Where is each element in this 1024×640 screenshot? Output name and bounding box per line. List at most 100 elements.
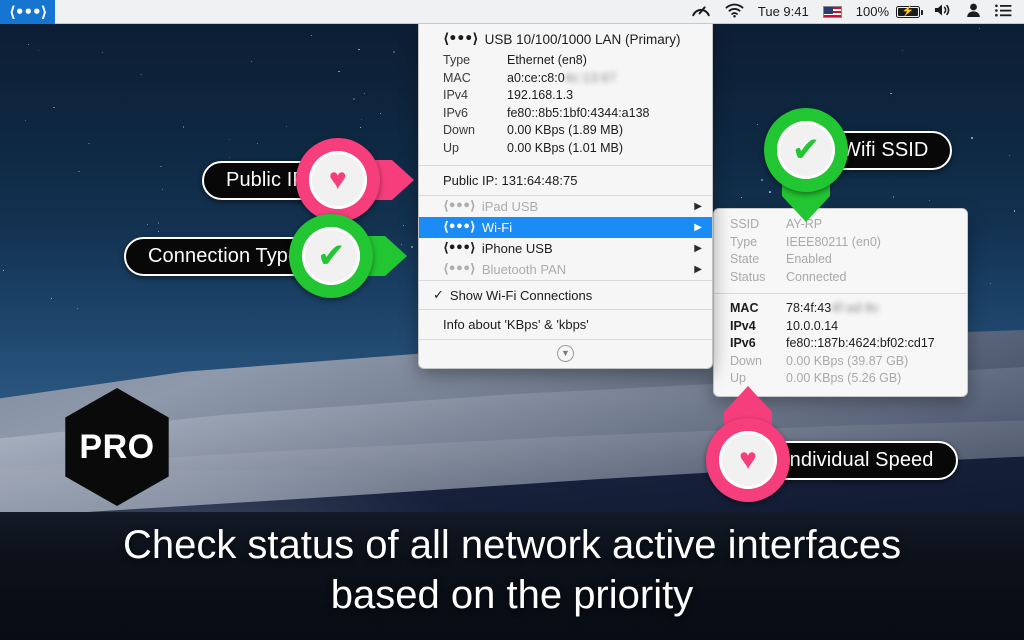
- interface-label: Bluetooth PAN: [481, 262, 567, 277]
- star: [338, 70, 340, 72]
- star: [364, 92, 365, 94]
- menubar-input-source[interactable]: [816, 0, 849, 24]
- checkmark-icon: ✔: [777, 121, 835, 179]
- detail-value: 10.0.0.14: [786, 318, 839, 333]
- menubar-speedometer[interactable]: [684, 0, 718, 24]
- dropdown-header: ⟨•••⟩ USB 10/100/1000 LAN (Primary): [419, 24, 712, 52]
- star: [756, 123, 758, 126]
- detail-row: SSID AY-RP: [714, 216, 967, 234]
- interface-item-ipad-usb[interactable]: ⟨•••⟩ iPad USB ▶: [419, 196, 712, 217]
- menubar-user[interactable]: [959, 0, 988, 24]
- user-icon: [966, 3, 981, 20]
- show-wifi-connections-label: Show Wi-Fi Connections: [449, 287, 593, 303]
- callout-badge-wifi-ssid: ✔: [764, 108, 848, 222]
- detail-value: Connected: [786, 269, 847, 284]
- detail-row: IPv4 192.168.1.3: [419, 87, 712, 105]
- detail-value: a0:ce:c8:04c:13:67: [507, 70, 617, 85]
- interface-item-wi-fi[interactable]: ⟨•••⟩ Wi-Fi ▶: [419, 217, 712, 238]
- list-icon: [995, 4, 1012, 20]
- detail-row: Type Ethernet (en8): [419, 52, 712, 70]
- detail-row: State Enabled: [714, 251, 967, 269]
- info-kbps-item[interactable]: Info about 'KBps' & 'kbps': [419, 310, 712, 339]
- detail-row: Down 0.00 KBps (39.87 GB): [714, 353, 967, 371]
- detail-value: 0.00 KBps (39.87 GB): [786, 353, 909, 368]
- detail-row: IPv6 fe80::187b:4624:bf02:cd17: [714, 335, 967, 353]
- star: [251, 61, 252, 62]
- wifi-submenu-panel: SSID AY-RP Type IEEE80211 (en0) State Enabled…: [713, 208, 968, 397]
- menubar-clock[interactable]: Tue 9:41: [751, 0, 816, 24]
- detail-key: MAC: [443, 70, 471, 85]
- show-wifi-connections-item[interactable]: ✓ Show Wi-Fi Connections: [419, 281, 712, 309]
- badge-circle: ♥: [295, 138, 380, 222]
- network-arrows-icon: ⟨•••⟩: [443, 220, 476, 235]
- caption: Check status of all network active inter…: [0, 520, 1024, 621]
- detail-row: MAC a0:ce:c8:04c:13:67: [419, 70, 712, 88]
- primary-interface-details: Type Ethernet (en8) MAC a0:ce:c8:04c:13:67 I…: [419, 52, 712, 165]
- detail-key: Up: [443, 140, 459, 155]
- detail-row: Up 0.00 KBps (1.01 MB): [419, 140, 712, 158]
- expand-more-button[interactable]: ▼: [419, 340, 712, 368]
- menubar-control-center[interactable]: [988, 0, 1024, 24]
- star: [3, 270, 4, 271]
- interface-item-iphone-usb[interactable]: ⟨•••⟩ iPhone USB ▶: [419, 238, 712, 259]
- pro-badge: PRO: [62, 388, 172, 506]
- star: [311, 34, 313, 36]
- callout-wifi-ssid: ✔ Wifi SSID: [764, 108, 953, 222]
- submenu-arrow-icon: ▶: [694, 221, 702, 233]
- callout-badge-connection-type: ✔: [289, 214, 408, 298]
- heart-icon: ♥: [308, 151, 367, 209]
- network-arrows-icon: ⟨•••⟩: [443, 199, 476, 214]
- menubar-battery-percent[interactable]: 100%: [849, 0, 893, 24]
- battery-percent-label: 100%: [855, 4, 889, 19]
- clock-label: Tue 9:41: [757, 4, 809, 19]
- menubar-wifi[interactable]: [718, 0, 751, 24]
- detail-row: IPv6 fe80::8b5:1bf0:4344:a138: [419, 105, 712, 123]
- submenu-arrow-icon: ▶: [694, 263, 702, 275]
- submenu-arrow-icon: ▶: [694, 200, 702, 212]
- us-flag-icon: [822, 5, 842, 18]
- star: [761, 178, 763, 181]
- detail-value: 78:4f:434f:ad:8c: [786, 301, 880, 315]
- speedometer-icon: [691, 2, 711, 21]
- caption-line-2: based on the priority: [330, 573, 694, 618]
- star: [78, 170, 80, 173]
- star: [970, 136, 973, 139]
- detail-key: IPv6: [443, 105, 469, 120]
- star: [741, 196, 743, 198]
- detail-value: Ethernet (en8): [507, 53, 587, 67]
- detail-value: 0.00 KBps (1.89 MB): [507, 123, 624, 137]
- badge-circle: ✔: [289, 214, 374, 298]
- detail-key: IPv4: [730, 318, 756, 333]
- detail-value: fe80::8b5:1bf0:4344:a138: [507, 105, 650, 120]
- public-ip-row[interactable]: Public IP: 131:64:48:75: [419, 166, 712, 195]
- callout-badge-individual-speed: ♥: [706, 386, 790, 502]
- callout-individual-speed: ♥ Individual Speed: [706, 386, 958, 502]
- interface-label: iPhone USB: [481, 241, 553, 256]
- detail-value: 192.168.1.3: [507, 88, 574, 102]
- callout-public-ip: Public IP ♥: [202, 138, 414, 222]
- wifi-summary-rows: SSID AY-RP Type IEEE80211 (en0) State Enabled…: [714, 209, 967, 293]
- interface-label: iPad USB: [481, 199, 539, 214]
- detail-value: Enabled: [786, 252, 832, 266]
- menubar-volume[interactable]: [927, 0, 959, 24]
- menubar-battery[interactable]: ⚡: [893, 0, 927, 24]
- detail-row: Down 0.00 KBps (1.89 MB): [419, 122, 712, 140]
- menubar-app-icon[interactable]: ⟨•••⟩: [0, 0, 56, 24]
- detail-key: Type: [730, 234, 758, 249]
- network-status-dropdown: ⟨•••⟩ USB 10/100/1000 LAN (Primary) Type…: [418, 24, 713, 369]
- badge-circle: ✔: [764, 108, 848, 192]
- heart-icon: ♥: [719, 431, 777, 489]
- chevron-down-icon: ▼: [557, 345, 574, 362]
- detail-key: State: [730, 252, 760, 266]
- caption-line-1: Check status of all network active inter…: [122, 523, 902, 567]
- wifi-icon: [725, 3, 744, 21]
- star: [1013, 210, 1016, 212]
- star: [902, 50, 903, 51]
- battery-charging-icon: ⚡: [896, 5, 923, 18]
- menu-bar: ⟨•••⟩ Tue 9:41 100% ⚡: [0, 0, 1024, 24]
- speaker-icon: [934, 3, 952, 20]
- interface-list: ⟨•••⟩ iPad USB ▶ ⟨•••⟩ Wi-Fi ▶ ⟨•••⟩ iPhone USB…: [419, 196, 712, 280]
- star: [352, 97, 355, 100]
- interface-item-bluetooth-pan[interactable]: ⟨•••⟩ Bluetooth PAN ▶: [419, 259, 712, 280]
- checkmark-icon: ✔: [302, 227, 361, 285]
